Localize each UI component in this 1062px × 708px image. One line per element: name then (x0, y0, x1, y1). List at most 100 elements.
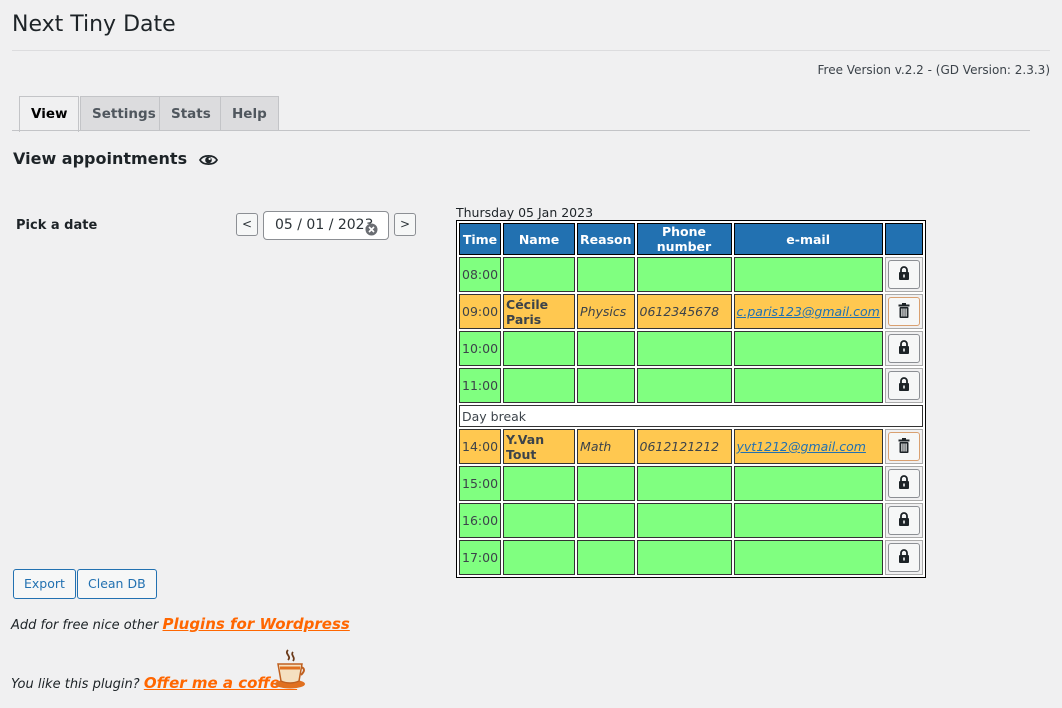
reason-cell[interactable] (577, 331, 635, 366)
name-cell[interactable] (503, 368, 576, 403)
table-row: 15:00 (459, 466, 923, 501)
next-day-button[interactable]: > (394, 213, 416, 236)
time-cell[interactable]: 14:00 (459, 429, 502, 464)
email-cell[interactable] (733, 331, 883, 366)
delete-button[interactable] (887, 432, 920, 461)
name-cell[interactable]: Cécile Paris (503, 294, 576, 329)
phone-cell[interactable] (636, 257, 732, 292)
email-cell[interactable] (733, 503, 883, 538)
phone-cell[interactable] (636, 331, 732, 366)
header-reason: Reason (577, 223, 635, 255)
tab-settings[interactable]: Settings (80, 96, 168, 130)
table-row: 10:00 (459, 331, 923, 366)
version-info: Free Version v.2.2 - (GD Version: 2.3.3) (817, 63, 1050, 77)
export-button[interactable]: Export (13, 569, 76, 599)
email-cell[interactable]: yvt1212@gmail.com (733, 429, 883, 464)
date-value: 05 / 01 / 2023 (275, 217, 374, 233)
table-row: 14:00 Y.Van Tout Math 0612121212 yvt1212@gma… (459, 429, 923, 464)
coffee-promo-text: You like this plugin? (11, 677, 140, 692)
action-cell (884, 331, 923, 366)
reason-cell[interactable] (577, 503, 635, 538)
action-cell (884, 368, 923, 403)
lock-button[interactable] (887, 506, 920, 535)
table-row: 09:00 Cécile Paris Physics 0612345678 c.pari… (459, 294, 923, 329)
email-cell[interactable] (733, 466, 883, 501)
lock-icon (898, 549, 910, 566)
action-cell (884, 540, 923, 575)
tab-stats[interactable]: Stats (159, 96, 223, 130)
day-break-row: Day break (459, 405, 923, 427)
title-divider (12, 50, 1050, 51)
reason-cell[interactable]: Math (577, 429, 635, 464)
header-name: Name (503, 223, 576, 255)
pick-date-label: Pick a date (16, 218, 98, 233)
page-title: Next Tiny Date (12, 12, 176, 37)
name-cell[interactable] (503, 540, 576, 575)
phone-cell[interactable]: 0612345678 (636, 294, 732, 329)
name-cell[interactable] (503, 503, 576, 538)
action-cell (884, 294, 923, 329)
section-title: View appointments (13, 149, 188, 168)
time-cell[interactable]: 17:00 (459, 540, 502, 575)
reason-cell[interactable] (577, 540, 635, 575)
trash-icon (898, 437, 910, 456)
action-cell (884, 429, 923, 464)
phone-cell[interactable]: 0612121212 (636, 429, 732, 464)
delete-button[interactable] (887, 297, 920, 326)
lock-button[interactable] (887, 371, 920, 400)
action-cell (884, 466, 923, 501)
calendar-caption: Thursday 05 Jan 2023 (456, 205, 594, 220)
name-cell[interactable] (503, 466, 576, 501)
prev-day-button[interactable]: < (236, 213, 258, 236)
eye-icon (198, 152, 218, 171)
lock-button[interactable] (887, 543, 920, 572)
day-break-label: Day break (459, 405, 923, 427)
clear-date-icon[interactable] (365, 219, 378, 246)
time-cell[interactable]: 09:00 (459, 294, 502, 329)
plugins-promo: Add for free nice other Plugins for Word… (11, 615, 350, 633)
time-cell[interactable]: 16:00 (459, 503, 502, 538)
table-row: 17:00 (459, 540, 923, 575)
tab-view[interactable]: View (19, 96, 80, 132)
tab-help[interactable]: Help (220, 96, 279, 130)
table-row: 16:00 (459, 503, 923, 538)
name-cell[interactable]: Y.Van Tout (503, 429, 576, 464)
coffee-promo: You like this plugin? Offer me a coffee! (11, 674, 297, 692)
lock-button[interactable] (887, 469, 920, 498)
reason-cell[interactable] (577, 466, 635, 501)
table-row: 08:00 (459, 257, 923, 292)
phone-cell[interactable] (636, 368, 732, 403)
lock-button[interactable] (887, 260, 920, 289)
email-link[interactable]: yvt1212@gmail.com (737, 439, 866, 454)
lock-icon (898, 340, 910, 357)
phone-cell[interactable] (636, 466, 732, 501)
appointments-table: Time Name Reason Phone number e-mail 08:… (456, 220, 926, 578)
plugins-link[interactable]: Plugins for Wordpress (163, 615, 350, 633)
phone-cell[interactable] (636, 540, 732, 575)
time-cell[interactable]: 10:00 (459, 331, 502, 366)
name-cell[interactable] (503, 257, 576, 292)
email-cell[interactable] (733, 368, 883, 403)
time-cell[interactable]: 15:00 (459, 466, 502, 501)
lock-icon (898, 475, 910, 492)
lock-icon (898, 512, 910, 529)
reason-cell[interactable]: Physics (577, 294, 635, 329)
table-header-row: Time Name Reason Phone number e-mail (459, 223, 923, 255)
lock-button[interactable] (887, 334, 920, 363)
table-row: 11:00 (459, 368, 923, 403)
time-cell[interactable]: 08:00 (459, 257, 502, 292)
coffee-cup-icon[interactable] (273, 648, 307, 694)
reason-cell[interactable] (577, 257, 635, 292)
email-cell[interactable]: c.paris123@gmail.com (733, 294, 883, 329)
clean-db-button[interactable]: Clean DB (77, 569, 157, 599)
email-link[interactable]: c.paris123@gmail.com (737, 304, 880, 319)
tabs-divider (12, 130, 1030, 131)
email-cell[interactable] (733, 540, 883, 575)
email-cell[interactable] (733, 257, 883, 292)
date-input[interactable]: 05 / 01 / 2023 (263, 211, 389, 240)
reason-cell[interactable] (577, 368, 635, 403)
section-heading: View appointments (13, 149, 218, 171)
phone-cell[interactable] (636, 503, 732, 538)
time-cell[interactable]: 11:00 (459, 368, 502, 403)
name-cell[interactable] (503, 331, 576, 366)
